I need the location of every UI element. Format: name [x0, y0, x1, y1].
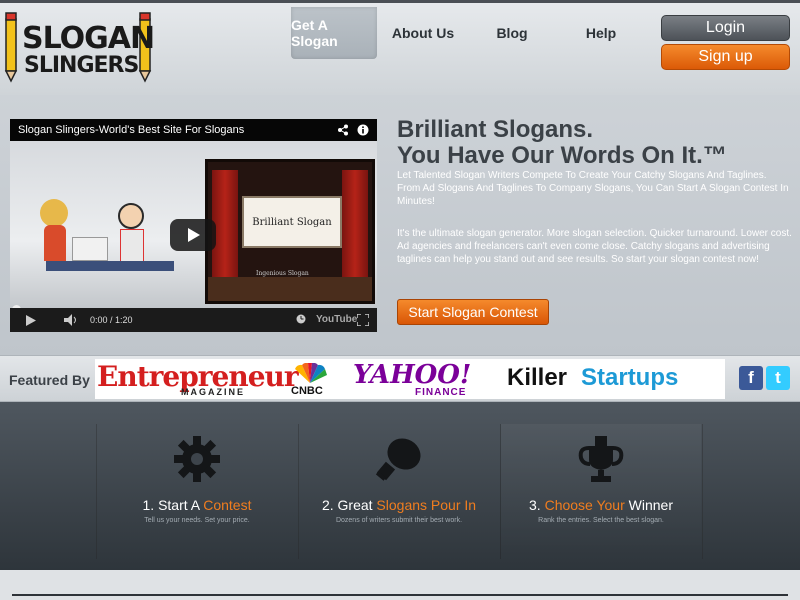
nav-get-a-slogan[interactable]: Get A Slogan: [291, 7, 377, 59]
play-icon: [188, 228, 200, 242]
stage-illustration: Brilliant Slogan Ingenious Slogan: [205, 159, 375, 304]
step-1-subtitle: Tell us your needs. Set your price.: [144, 517, 250, 524]
nav-about-us[interactable]: About Us: [377, 7, 469, 59]
clock-icon[interactable]: [296, 314, 306, 324]
video-board-text: Brilliant Slogan: [242, 196, 342, 248]
step-3-subtitle: Rank the entries. Select the best slogan…: [538, 517, 664, 524]
killer-logo[interactable]: Killer: [507, 364, 567, 392]
brand-line1: SLOGAN: [22, 21, 155, 56]
play-button[interactable]: [170, 219, 216, 251]
play-small-icon[interactable]: [26, 315, 36, 326]
video-time: 0:00 / 1:20: [90, 315, 133, 325]
nav-help[interactable]: Help: [555, 7, 647, 59]
start-contest-button[interactable]: Start Slogan Contest: [397, 299, 549, 325]
info-icon[interactable]: [357, 124, 369, 136]
trophy-icon: [578, 436, 624, 482]
hero-title: Brilliant Slogans. You Have Our Words On…: [397, 117, 792, 169]
hero-intro: Let Talented Slogan Writers Compete To C…: [397, 170, 789, 207]
featured-label: Featured By: [9, 372, 90, 388]
twitter-icon[interactable]: t: [766, 366, 790, 390]
step-2-subtitle: Dozens of writers submit their best work…: [335, 517, 463, 524]
step-2: 2. Great Slogans Pour In Dozens of write…: [299, 424, 499, 554]
nav-blog[interactable]: Blog: [469, 7, 555, 59]
video-board-sub: Ingenious Slogan: [256, 270, 309, 277]
video-controls: 0:00 / 1:20 YouTube: [10, 308, 377, 332]
cnbc-peacock-icon: [295, 363, 327, 383]
video-title[interactable]: Slogan Slingers-World's Best Site For Sl…: [18, 124, 244, 136]
entrepreneur-sub: MAGAZINE: [181, 387, 245, 397]
video-title-bar: Slogan Slingers-World's Best Site For Sl…: [10, 119, 377, 141]
laptop: [72, 237, 108, 261]
signup-button[interactable]: Sign up: [661, 44, 790, 70]
fullscreen-icon[interactable]: [357, 314, 369, 326]
brand-line2: SLINGERS: [24, 53, 139, 78]
woman-figure: [40, 199, 68, 227]
step-3-title: 3. Choose Your Winner: [529, 497, 673, 513]
hero-title-line2: You Have Our Words On It.™: [397, 142, 727, 169]
startups-logo[interactable]: Startups: [581, 364, 678, 392]
facebook-icon[interactable]: f: [739, 366, 763, 390]
site-header: SLOGAN SLINGERS Get A Slogan About Us Bl…: [0, 0, 800, 95]
how-it-works: 1. Start A Contest Tell us your needs. S…: [0, 402, 800, 570]
footer: [0, 570, 800, 600]
login-button[interactable]: Login: [661, 15, 790, 41]
step-2-title: 2. Great Slogans Pour In: [321, 497, 477, 513]
man-figure: [118, 203, 144, 229]
featured-by-bar: Featured By Entrepreneur MAGAZINE CNBC Y…: [0, 355, 800, 402]
gear-icon: [174, 436, 220, 482]
cnbc-logo[interactable]: CNBC: [291, 385, 323, 397]
hero-title-line1: Brilliant Slogans.: [397, 116, 594, 143]
video-player[interactable]: Brilliant Slogan Ingenious Slogan Slogan…: [10, 119, 377, 332]
hero-description: It's the ultimate slogan generator. More…: [397, 228, 792, 265]
lightbulb-icon: [375, 438, 421, 481]
yahoo-finance-sub: FINANCE: [415, 387, 467, 398]
step-1: 1. Start A Contest Tell us your needs. S…: [97, 424, 297, 554]
youtube-logo[interactable]: YouTube: [316, 314, 357, 325]
desk: [46, 261, 174, 271]
brand-logo[interactable]: SLOGAN SLINGERS: [2, 7, 155, 83]
video-thumbnail: Brilliant Slogan Ingenious Slogan: [10, 141, 377, 308]
press-logos: Entrepreneur MAGAZINE CNBC YAHOO! FINANC…: [95, 359, 725, 399]
step-1-title: 1. Start A Contest: [142, 497, 252, 513]
footer-divider: [12, 594, 788, 596]
hero-section: Brilliant Slogan Ingenious Slogan Slogan…: [0, 95, 800, 355]
step-3: 3. Choose Your Winner Rank the entries. …: [501, 424, 701, 554]
volume-icon[interactable]: [64, 314, 80, 326]
main-nav: Get A Slogan About Us Blog Help: [291, 7, 647, 59]
yahoo-logo[interactable]: YAHOO!: [353, 360, 471, 390]
pencil-icon: [4, 12, 18, 83]
share-icon[interactable]: [337, 124, 349, 136]
